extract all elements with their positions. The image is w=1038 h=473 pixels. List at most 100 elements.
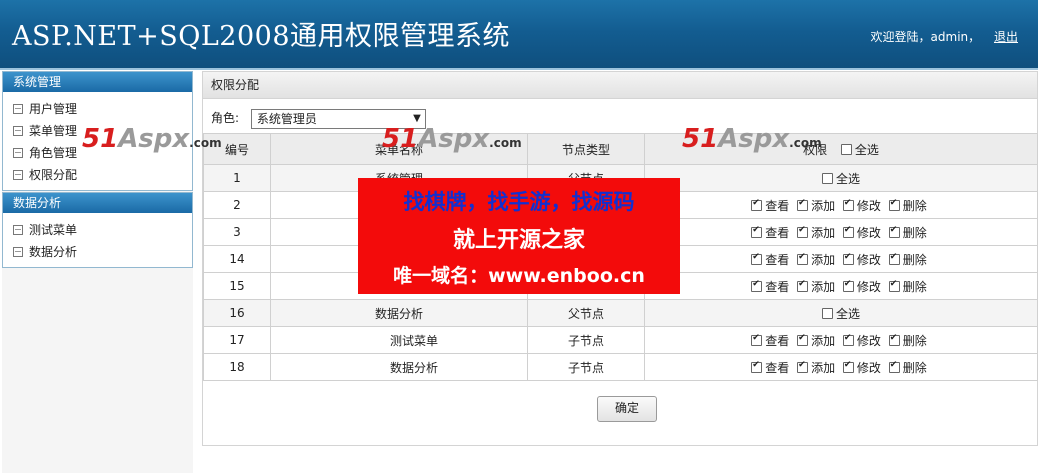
permission-add[interactable]: 添加 [797,333,835,348]
watermark-logo: 51Aspx.com [382,124,522,154]
row-permissions: 查看 添加 修改 删除 [644,245,1038,273]
permission-add[interactable]: 添加 [797,198,835,213]
row-id: 1 [203,164,271,192]
table-row: 18 数据分析 子节点 查看 添加 修改 删除 [203,353,1038,381]
add-checkbox[interactable] [797,198,809,211]
table-row: 17 测试菜单 子节点 查看 添加 修改 删除 [203,326,1038,354]
table-header-row: 编号 菜单名称 节点类型 权限 全选 [203,133,1038,165]
document-icon [13,225,23,235]
edit-checkbox[interactable] [842,333,854,346]
permission-delete[interactable]: 删除 [888,252,927,267]
permission-add[interactable]: 添加 [797,252,835,267]
ad-line-3: 唯一域名：www.enboo.cn [393,265,645,287]
watermark-logo: 51Aspx.com [82,124,222,154]
row-id: 18 [203,353,271,381]
permission-edit[interactable]: 修改 [842,360,881,375]
permission-view[interactable]: 查看 [751,225,789,240]
row-permissions: 查看 添加 修改 删除 [644,326,1038,354]
add-checkbox[interactable] [797,252,809,265]
sidebar-panel-data: 数据分析 测试菜单 数据分析 [2,192,193,268]
logout-link[interactable]: 退出 [994,30,1018,44]
row-id: 17 [203,326,271,354]
permission-edit[interactable]: 修改 [842,225,881,240]
sidebar-panel-title[interactable]: 系统管理 [3,72,192,92]
row-menu-name: 测试菜单 [270,326,528,354]
document-icon [13,104,23,114]
permission-delete[interactable]: 删除 [888,333,927,348]
permission-view[interactable]: 查看 [751,252,789,267]
add-checkbox[interactable] [797,279,809,292]
permission-delete[interactable]: 删除 [888,279,927,294]
select-all-checkbox[interactable] [821,172,833,184]
sidebar-item-permissions[interactable]: 权限分配 [13,164,192,186]
row-permissions: 全选 [644,299,1038,327]
permission-view[interactable]: 查看 [751,333,789,348]
permission-edit[interactable]: 修改 [842,198,881,213]
row-menu-name: 数据分析 [270,353,528,381]
watermark-logo: 51Aspx.com [682,124,822,154]
edit-checkbox[interactable] [842,225,854,238]
permission-view[interactable]: 查看 [751,279,789,294]
row-id: 14 [203,245,271,273]
sidebar-item-users[interactable]: 用户管理 [13,98,192,120]
delete-checkbox[interactable] [888,198,900,211]
row-permissions: 查看 添加 修改 删除 [644,272,1038,300]
view-checkbox[interactable] [751,360,763,373]
ad-line-1: 找棋牌，找手游，找源码 [403,190,635,214]
row-id: 2 [203,191,271,219]
user-welcome: 欢迎登陆，admin， 退出 [871,28,1018,45]
permission-view[interactable]: 查看 [751,198,789,213]
permission-add[interactable]: 添加 [797,279,835,294]
add-checkbox[interactable] [797,360,809,373]
role-select-value: 系统管理员 [256,111,317,126]
document-icon [13,170,23,180]
view-checkbox[interactable] [751,279,763,292]
add-checkbox[interactable] [797,333,809,346]
edit-checkbox[interactable] [842,279,854,292]
permission-add[interactable]: 添加 [797,360,835,375]
page-title: 权限分配 [203,72,1037,99]
view-checkbox[interactable] [751,198,763,211]
delete-checkbox[interactable] [888,252,900,265]
sidebar-item-data-analysis[interactable]: 数据分析 [13,241,192,263]
edit-checkbox[interactable] [842,252,854,265]
permission-add[interactable]: 添加 [797,225,835,240]
view-checkbox[interactable] [751,252,763,265]
document-icon [13,126,23,136]
row-id: 16 [203,299,271,327]
row-id: 15 [203,272,271,300]
app-title: ASP.NET+SQL2008通用权限管理系统 [12,21,511,52]
permission-edit[interactable]: 修改 [842,333,881,348]
delete-checkbox[interactable] [888,225,900,238]
add-checkbox[interactable] [797,225,809,238]
table-row: 16 数据分析 父节点 全选 [203,299,1038,327]
document-icon [13,148,23,158]
role-label: 角色: [211,111,240,125]
ad-banner[interactable]: 找棋牌，找手游，找源码 就上开源之家 唯一域名：www.enboo.cn [358,178,680,294]
permission-delete[interactable]: 删除 [888,225,927,240]
permission-edit[interactable]: 修改 [842,252,881,267]
app-header: ASP.NET+SQL2008通用权限管理系统 欢迎登陆，admin， 退出 [0,0,1038,70]
row-node-type: 子节点 [527,326,645,354]
sidebar-panel-title[interactable]: 数据分析 [3,193,192,213]
confirm-button[interactable]: 确定 [597,396,657,422]
select-all-checkbox[interactable] [821,307,833,319]
row-permissions: 查看 添加 修改 删除 [644,191,1038,219]
permission-delete[interactable]: 删除 [888,198,927,213]
ad-line-2: 就上开源之家 [452,228,585,253]
edit-checkbox[interactable] [842,360,854,373]
row-menu-name: 数据分析 [270,299,528,327]
edit-checkbox[interactable] [842,198,854,211]
view-checkbox[interactable] [751,333,763,346]
permission-edit[interactable]: 修改 [842,279,881,294]
delete-checkbox[interactable] [888,333,900,346]
delete-checkbox[interactable] [888,360,900,373]
permission-view[interactable]: 查看 [751,360,789,375]
delete-checkbox[interactable] [888,279,900,292]
view-checkbox[interactable] [751,225,763,238]
permission-delete[interactable]: 删除 [888,360,927,375]
row-permissions: 查看 添加 修改 删除 [644,218,1038,246]
welcome-text: 欢迎登陆，admin， [870,30,981,44]
sidebar-item-test-menu[interactable]: 测试菜单 [13,219,192,241]
select-all-header-checkbox[interactable] [840,143,852,155]
